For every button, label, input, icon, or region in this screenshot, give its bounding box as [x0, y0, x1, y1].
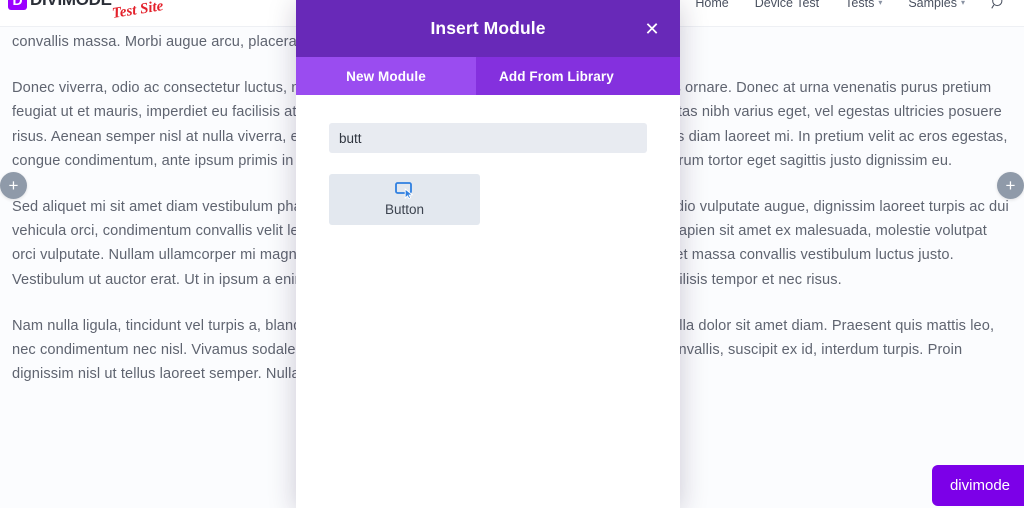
nav-item-home[interactable]: Home [695, 0, 728, 10]
module-tile-label: Button [384, 202, 425, 217]
modal-header: Insert Module ✕ [296, 0, 680, 57]
main-nav: Home Device Test Tests ▾ Samples ▾ [695, 0, 1006, 10]
module-tile-button[interactable]: Button [329, 174, 480, 225]
tab-new-module[interactable]: New Module [296, 57, 476, 95]
modal-body: Button [296, 95, 680, 508]
nav-item-device-test[interactable]: Device Test [755, 0, 819, 10]
module-search-input[interactable] [329, 123, 647, 153]
site-logo-script-badge: Test Site [110, 0, 165, 22]
add-row-left-button[interactable]: + [0, 172, 27, 199]
divimode-chip-label: divimode [949, 477, 1010, 494]
nav-search-button[interactable] [991, 0, 1006, 10]
add-row-right-button[interactable]: + [997, 172, 1024, 199]
nav-item-label: Device Test [754, 0, 820, 10]
chevron-down-icon: ▾ [878, 0, 883, 7]
chevron-down-icon: ▾ [960, 0, 965, 7]
nav-item-label: Samples [908, 0, 957, 10]
close-icon[interactable]: ✕ [642, 19, 662, 39]
divimode-chip-button[interactable]: divimode [931, 465, 1024, 506]
site-logo-text: DIVIMODE [30, 0, 112, 10]
nav-item-label: Home [695, 0, 729, 10]
plus-icon: + [1005, 176, 1016, 195]
page-root: convallis massa. Morbi augue arcu, place… [0, 0, 1024, 508]
divimode-logo-icon: D [8, 0, 27, 10]
button-module-icon [395, 182, 414, 200]
nav-item-samples[interactable]: Samples ▾ [908, 0, 965, 10]
tab-add-from-library[interactable]: Add From Library [476, 57, 680, 95]
site-logo[interactable]: D DIVIMODE [8, 0, 112, 10]
plus-icon: + [8, 176, 19, 195]
tab-label: New Module [346, 68, 426, 84]
module-results-grid: Button [329, 174, 647, 225]
modal-title: Insert Module [430, 18, 546, 38]
tab-label: Add From Library [499, 68, 614, 84]
insert-module-modal: Insert Module ✕ New Module Add From Libr… [296, 0, 680, 508]
nav-item-tests[interactable]: Tests ▾ [845, 0, 882, 10]
nav-item-label: Tests [845, 0, 875, 10]
search-icon [991, 0, 1003, 9]
modal-tabs: New Module Add From Library [296, 57, 680, 95]
